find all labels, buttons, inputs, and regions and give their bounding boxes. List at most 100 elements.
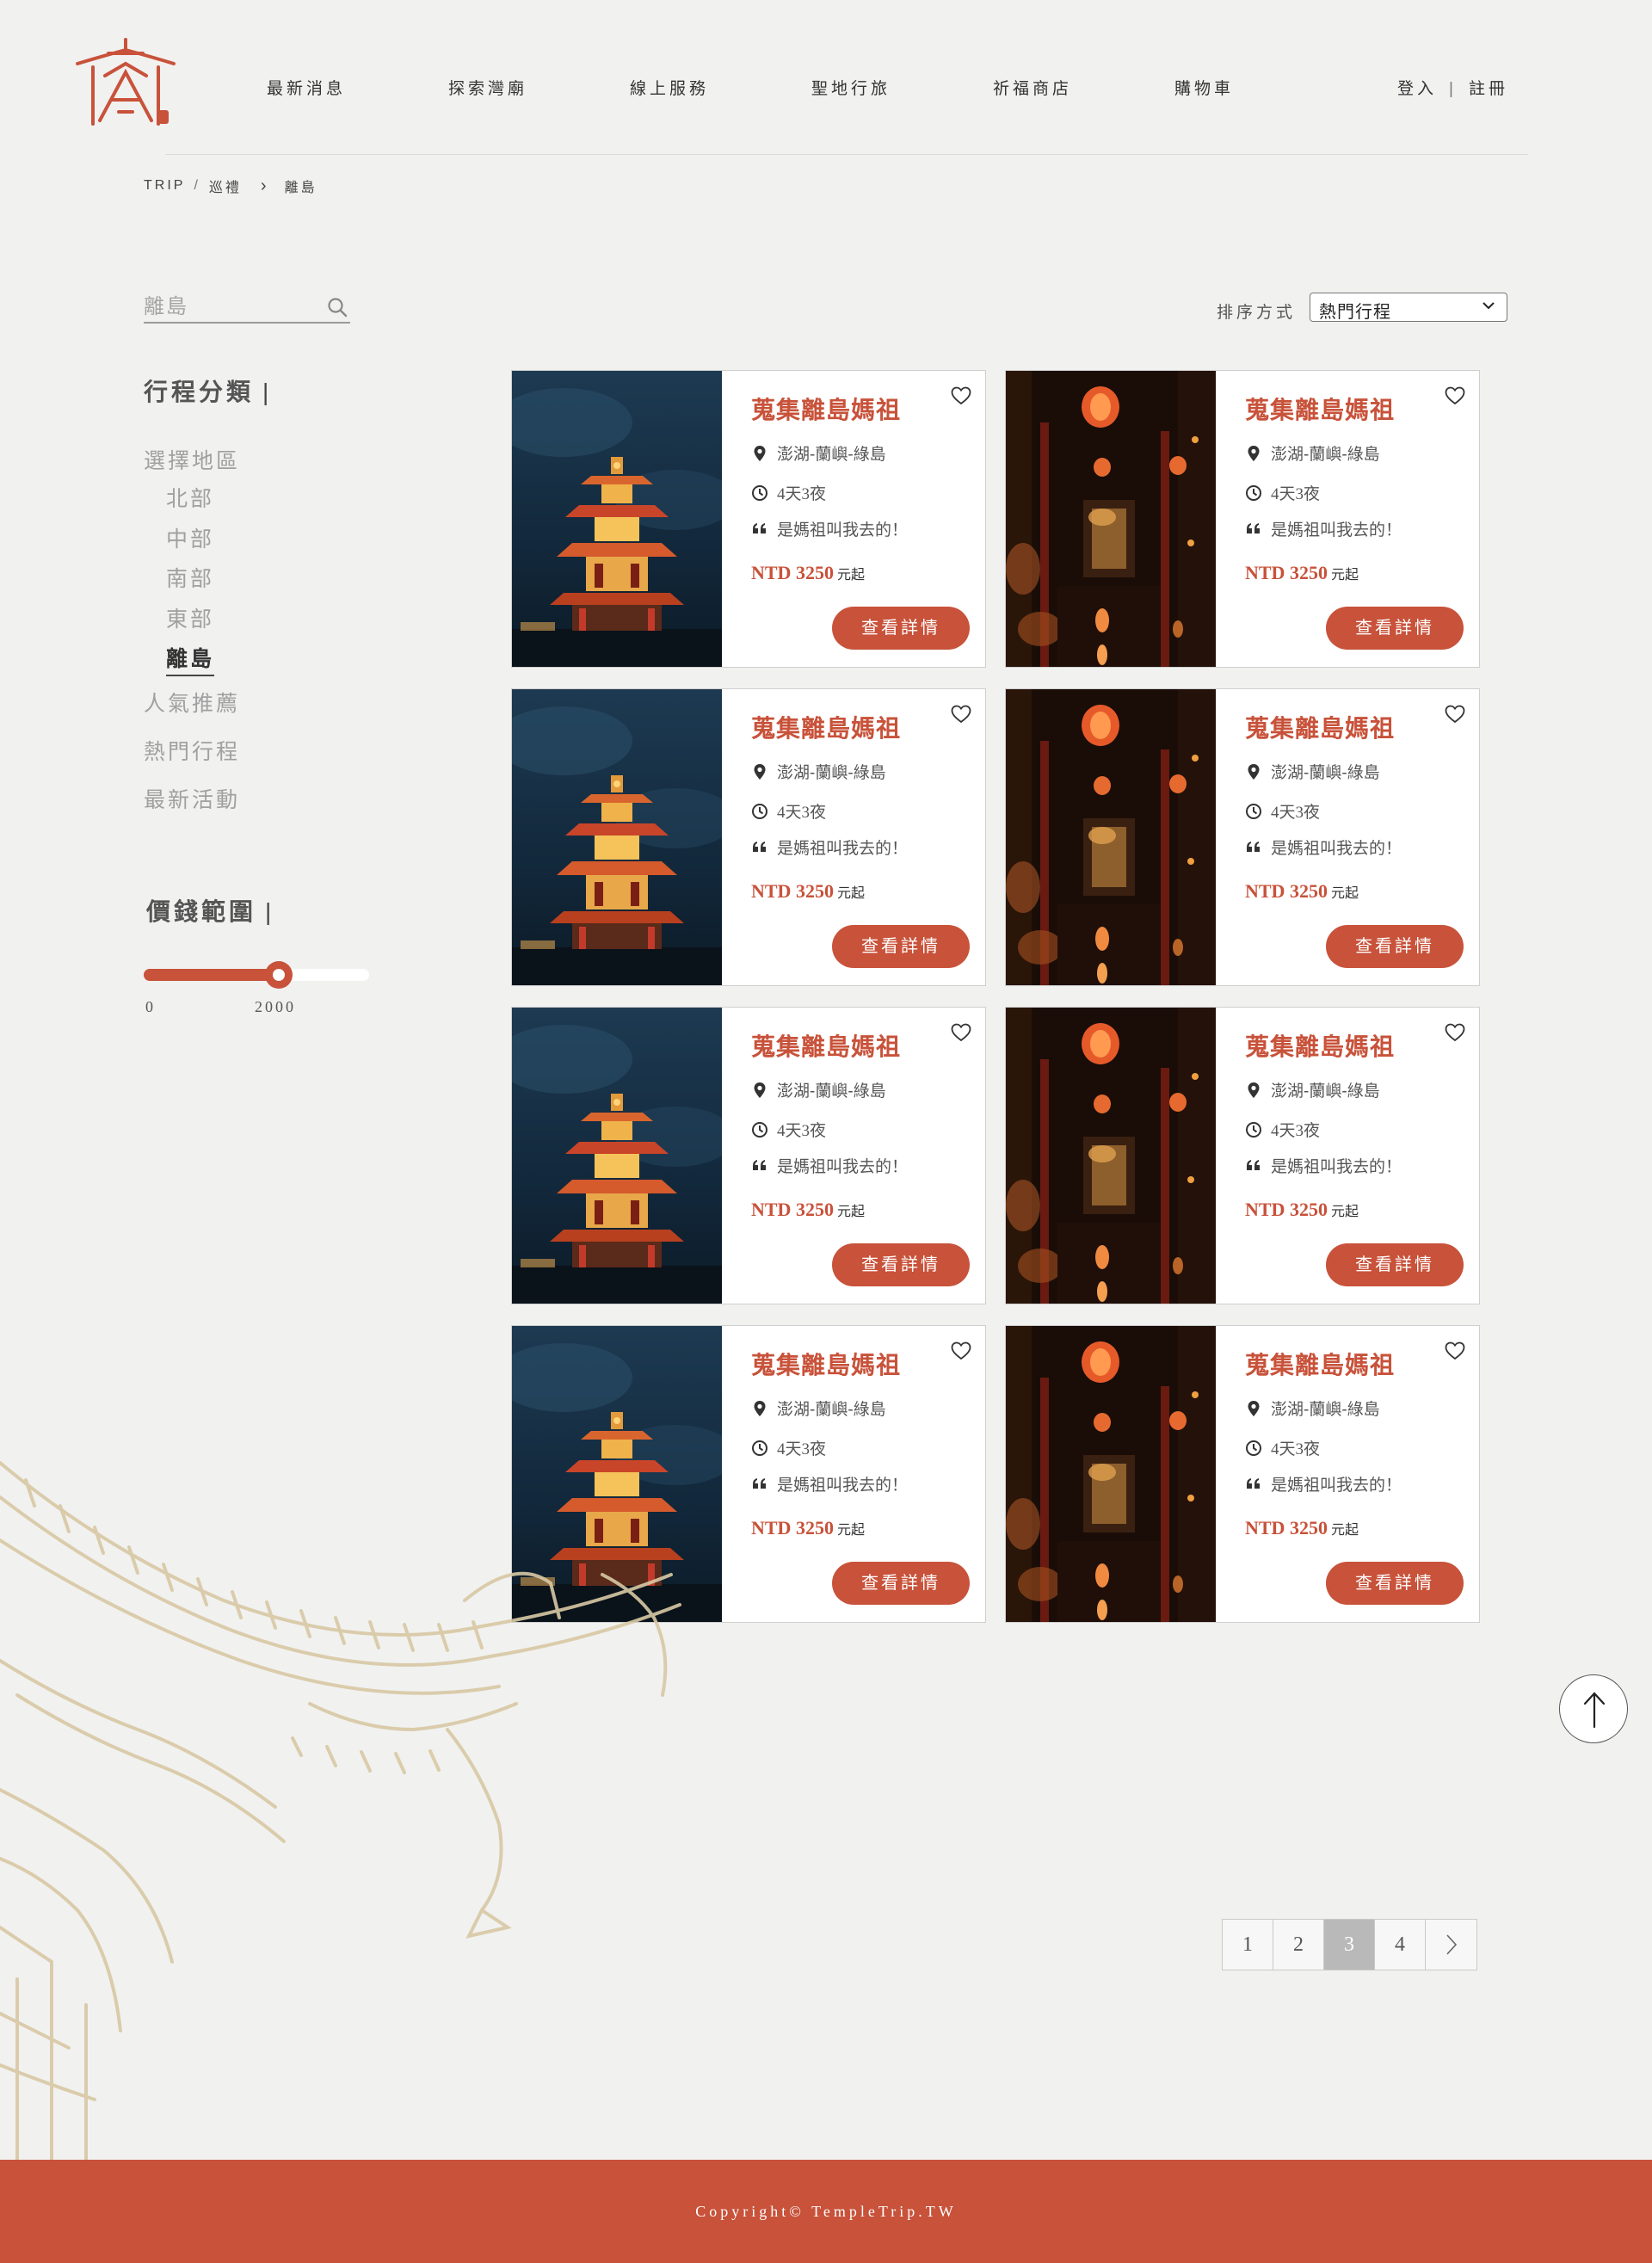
nav-item-cart[interactable]: 購物車 (1174, 76, 1356, 99)
view-details-button[interactable]: 查看詳情 (832, 607, 970, 650)
region-label[interactable]: 選擇地區 (144, 444, 240, 475)
trip-card-duration: 4天3夜 (751, 799, 826, 823)
breadcrumb-parent[interactable]: 巡禮 (209, 176, 242, 196)
trip-card[interactable]: 蒐集離島媽祖 澎湖-蘭嶼-綠島 4天3夜 是媽祖叫我去的！ NTD 3250 元起… (511, 688, 986, 986)
trip-card-title[interactable]: 蒐集離島媽祖 (751, 1028, 901, 1063)
breadcrumb-root[interactable]: TRIP (144, 178, 185, 194)
trip-card-title[interactable]: 蒐集離島媽祖 (1245, 1028, 1395, 1063)
heart-icon[interactable] (951, 386, 971, 405)
trip-card-image[interactable] (1006, 1008, 1216, 1304)
clock-icon (1246, 803, 1261, 819)
footer-copyright: Copyright© TempleTrip.TW (695, 2203, 957, 2220)
trip-card-quote-text: 是媽祖叫我去的！ (1271, 1477, 1402, 1495)
trip-card-quote-text: 是媽祖叫我去的！ (777, 521, 909, 540)
region-item-north[interactable]: 北部 (166, 482, 214, 513)
quote-icon (753, 1159, 766, 1170)
trip-card-title[interactable]: 蒐集離島媽祖 (1245, 1347, 1395, 1381)
region-item-east[interactable]: 東部 (166, 602, 214, 633)
trip-card-duration-text: 4天3夜 (1271, 1122, 1321, 1140)
trip-card-quote: 是媽祖叫我去的！ (751, 1472, 908, 1495)
region-item-islands[interactable]: 離島 (166, 642, 215, 676)
trip-card-title[interactable]: 蒐集離島媽祖 (1245, 392, 1395, 426)
trip-card-location-text: 澎湖-蘭嶼-綠島 (777, 1401, 886, 1419)
view-details-button[interactable]: 查看詳情 (832, 1243, 970, 1286)
search-input[interactable] (144, 293, 316, 322)
trip-card-price-unit: 元起 (836, 1523, 865, 1538)
trip-card-location: 澎湖-蘭嶼-綠島 (751, 1397, 886, 1420)
trip-card-image[interactable] (1006, 371, 1216, 667)
trip-card-price-unit: 元起 (836, 1205, 865, 1219)
trip-card-price-value: NTD 3250 (751, 880, 834, 902)
trip-card-price: NTD 3250 元起 (1245, 562, 1359, 584)
trip-card[interactable]: 蒐集離島媽祖 澎湖-蘭嶼-綠島 4天3夜 是媽祖叫我去的！ NTD 3250 元起… (1005, 1007, 1480, 1304)
trip-card-quote: 是媽祖叫我去的！ (1245, 1154, 1402, 1177)
nav-item-news[interactable]: 最新消息 (267, 76, 448, 99)
page-button-1[interactable]: 1 (1223, 1920, 1273, 1970)
clock-icon (752, 1440, 767, 1456)
trip-card[interactable]: 蒐集離島媽祖 澎湖-蘭嶼-綠島 4天3夜 是媽祖叫我去的！ NTD 3250 元起… (1005, 1325, 1480, 1623)
nav-item-online-services[interactable]: 線上服務 (630, 76, 811, 99)
trip-card-title[interactable]: 蒐集離島媽祖 (751, 1347, 901, 1381)
register-link[interactable]: 註冊 (1469, 80, 1508, 98)
trip-card-duration-text: 4天3夜 (1271, 804, 1321, 822)
search-icon[interactable] (326, 296, 348, 318)
login-link[interactable]: 登入 (1397, 80, 1437, 98)
trip-card-body: 蒐集離島媽祖 澎湖-蘭嶼-綠島 4天3夜 是媽祖叫我去的！ NTD 3250 元起… (722, 1008, 985, 1304)
trip-card-image[interactable] (512, 1008, 722, 1304)
trip-card-duration: 4天3夜 (1245, 1118, 1320, 1141)
sidebar-item-hot-trips[interactable]: 熱門行程 (144, 735, 240, 766)
trip-card[interactable]: 蒐集離島媽祖 澎湖-蘭嶼-綠島 4天3夜 是媽祖叫我去的！ NTD 3250 元起… (511, 370, 986, 668)
view-details-button[interactable]: 查看詳情 (1326, 925, 1464, 968)
site-logo[interactable] (74, 38, 177, 134)
trip-card-duration: 4天3夜 (751, 1118, 826, 1141)
heart-icon[interactable] (951, 705, 971, 724)
trip-card[interactable]: 蒐集離島媽祖 澎湖-蘭嶼-綠島 4天3夜 是媽祖叫我去的！ NTD 3250 元起… (511, 1007, 986, 1304)
heart-icon[interactable] (951, 1341, 971, 1360)
heart-icon[interactable] (1445, 386, 1465, 405)
sidebar-item-latest-events[interactable]: 最新活動 (144, 783, 240, 814)
price-slider-handle[interactable] (265, 961, 293, 989)
trip-card-image[interactable] (512, 689, 722, 985)
sidebar-item-popular[interactable]: 人氣推薦 (144, 687, 240, 718)
view-details-button[interactable]: 查看詳情 (1326, 1243, 1464, 1286)
trip-card-location-text: 澎湖-蘭嶼-綠島 (777, 764, 886, 782)
heart-icon[interactable] (1445, 1023, 1465, 1042)
quote-icon (753, 1477, 766, 1489)
region-item-south[interactable]: 南部 (166, 562, 214, 593)
sort-label: 排序方式 (1217, 304, 1297, 322)
heart-icon[interactable] (1445, 705, 1465, 724)
nav-item-blessing-shop[interactable]: 祈福商店 (993, 76, 1174, 99)
trip-card-image[interactable] (1006, 1326, 1216, 1622)
breadcrumb: TRIP / 巡禮 › 離島 (144, 176, 317, 196)
trip-card-duration-text: 4天3夜 (777, 485, 827, 503)
trip-card-title[interactable]: 蒐集離島媽祖 (1245, 710, 1395, 744)
nav-item-explore-temples[interactable]: 探索灣廟 (448, 76, 630, 99)
trip-card-title[interactable]: 蒐集離島媽祖 (751, 710, 901, 744)
map-pin-icon (1248, 1082, 1260, 1098)
price-slider[interactable] (144, 961, 369, 989)
page-button-4[interactable]: 4 (1375, 1920, 1426, 1970)
heart-icon[interactable] (1445, 1341, 1465, 1360)
trip-card-quote-text: 是媽祖叫我去的！ (1271, 521, 1402, 540)
trip-card[interactable]: 蒐集離島媽祖 澎湖-蘭嶼-綠島 4天3夜 是媽祖叫我去的！ NTD 3250 元起… (1005, 370, 1480, 668)
nav-item-pilgrimage-trips[interactable]: 聖地行旅 (811, 76, 993, 99)
view-details-button[interactable]: 查看詳情 (1326, 1562, 1464, 1605)
heart-icon[interactable] (951, 1023, 971, 1042)
sort-select[interactable]: 熱門行程 (1310, 293, 1507, 322)
trip-card[interactable]: 蒐集離島媽祖 澎湖-蘭嶼-綠島 4天3夜 是媽祖叫我去的！ NTD 3250 元起… (1005, 688, 1480, 986)
next-page-button[interactable] (1426, 1920, 1476, 1970)
trip-card-location-text: 澎湖-蘭嶼-綠島 (777, 446, 886, 464)
trip-card-quote-text: 是媽祖叫我去的！ (777, 1158, 909, 1176)
view-details-button[interactable]: 查看詳情 (1326, 607, 1464, 650)
trip-card-image[interactable] (1006, 689, 1216, 985)
region-item-central[interactable]: 中部 (166, 522, 214, 553)
trip-card-title[interactable]: 蒐集離島媽祖 (751, 392, 901, 426)
page-button-2[interactable]: 2 (1273, 1920, 1324, 1970)
trip-card-price-value: NTD 3250 (1245, 1517, 1328, 1538)
trip-card-quote: 是媽祖叫我去的！ (751, 517, 908, 540)
back-to-top-button[interactable] (1559, 1674, 1628, 1743)
view-details-button[interactable]: 查看詳情 (832, 1562, 970, 1605)
page-button-3[interactable]: 3 (1324, 1920, 1375, 1970)
trip-card-image[interactable] (512, 371, 722, 667)
view-details-button[interactable]: 查看詳情 (832, 925, 970, 968)
